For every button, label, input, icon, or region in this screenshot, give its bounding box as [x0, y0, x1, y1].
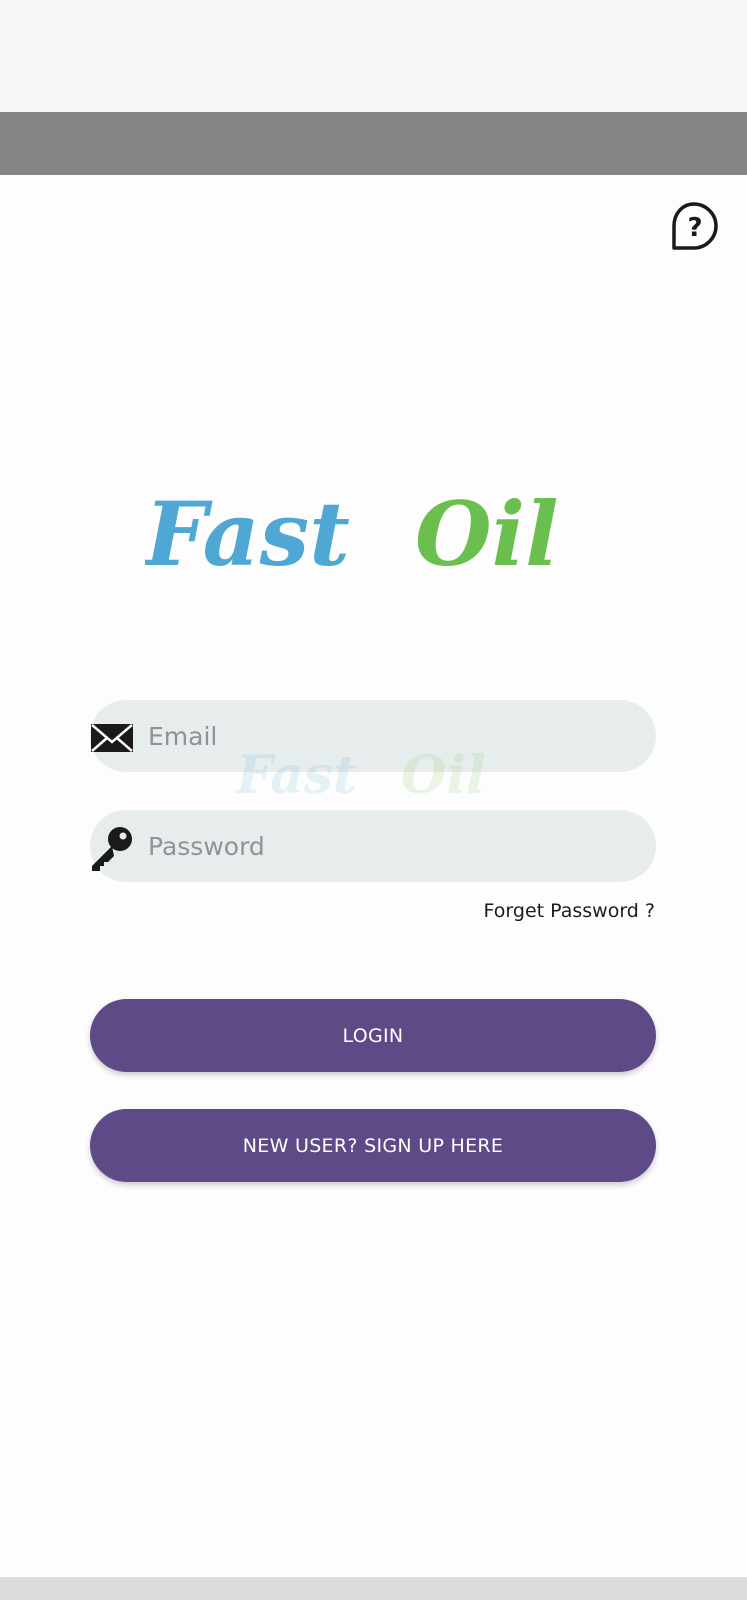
- email-field[interactable]: [90, 700, 656, 772]
- logo-text-oil: Oil: [415, 485, 559, 586]
- email-input[interactable]: [148, 700, 628, 772]
- signup-button[interactable]: NEW USER? SIGN UP HERE: [90, 1109, 656, 1182]
- help-bubble-icon: ?: [672, 202, 718, 250]
- status-bar: [0, 0, 747, 112]
- password-field[interactable]: [90, 810, 656, 882]
- key-icon: [88, 824, 136, 872]
- login-button[interactable]: LOGIN: [90, 999, 656, 1072]
- app-toolbar: [0, 112, 747, 175]
- navigation-bar: [0, 1577, 747, 1600]
- password-input[interactable]: [148, 810, 628, 882]
- forget-password-link[interactable]: Forget Password ?: [484, 900, 655, 922]
- svg-text:?: ?: [687, 213, 702, 243]
- envelope-icon: [88, 714, 136, 762]
- help-button[interactable]: ?: [668, 200, 720, 252]
- app-logo: Fast Oil: [145, 485, 605, 595]
- logo-text-fast: Fast: [145, 485, 350, 586]
